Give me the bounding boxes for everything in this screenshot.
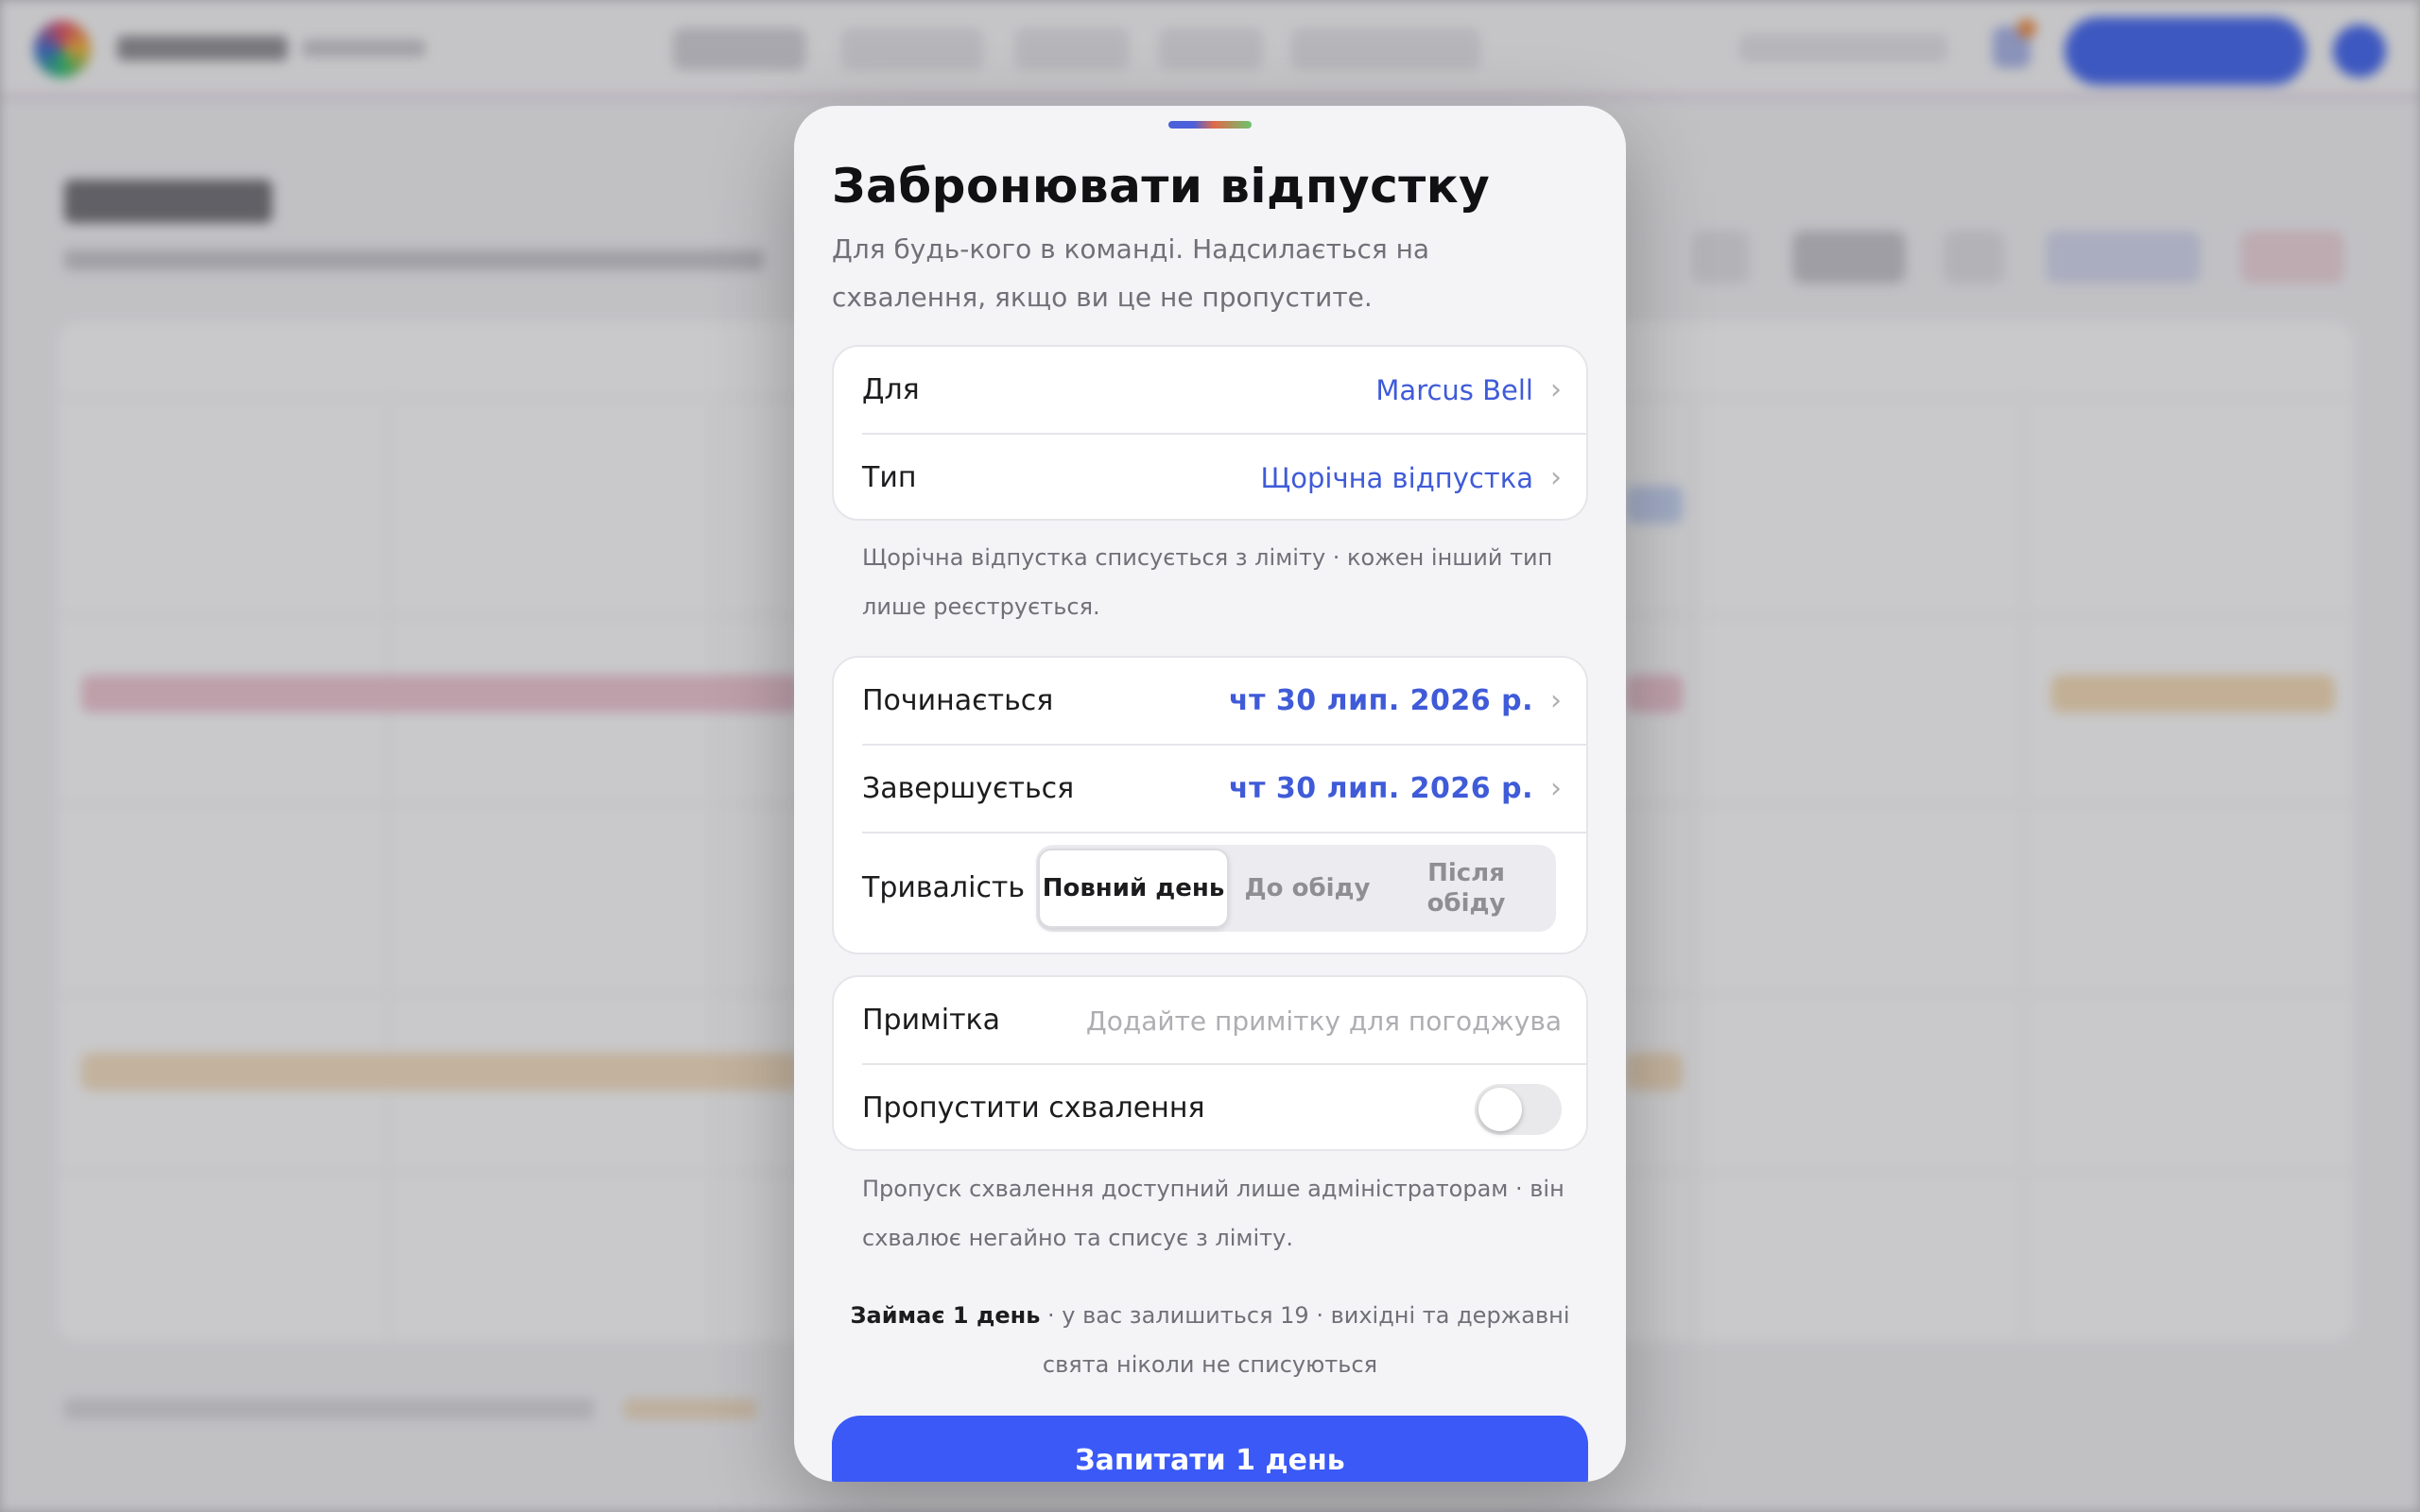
start-date-row[interactable]: Починається чт 30 лип. 2026 р. › (834, 658, 1586, 745)
chevron-right-icon: › (1550, 772, 1562, 805)
sheet-description: Для будь-кого в команді. Надсилається на… (832, 233, 1430, 313)
note-input[interactable] (1070, 1000, 1562, 1041)
type-row[interactable]: Тип Щорічна відпустка › (834, 435, 1586, 519)
request-submit-button[interactable]: Запитати 1 день (832, 1416, 1588, 1482)
dates-group: Починається чт 30 лип. 2026 р. › Завершу… (832, 656, 1588, 954)
note-label: Примітка (862, 1004, 1001, 1037)
sheet-grabber-handle[interactable] (1168, 121, 1252, 129)
who-type-group: Для Marcus Bell › Тип Щорічна відпустка … (832, 345, 1588, 521)
note-row: Примітка (834, 977, 1586, 1064)
type-value: Щорічна відпустка (1260, 462, 1533, 494)
summary-days: Займає 1 день (850, 1302, 1041, 1329)
duration-option-afternoon[interactable]: Після обіду (1386, 849, 1547, 928)
skip-approval-footnote: Пропуск схвалення доступний лише адмініс… (862, 1176, 1564, 1251)
type-label: Тип (862, 461, 917, 494)
start-label: Починається (862, 684, 1054, 717)
skip-approval-row: Пропустити схвалення (834, 1065, 1586, 1149)
for-label: Для (862, 373, 920, 406)
end-date-value: чт 30 лип. 2026 р. (1229, 772, 1533, 805)
duration-option-morning[interactable]: До обіду (1238, 849, 1376, 928)
row-divider (862, 832, 1586, 833)
type-footnote: Щорічна відпустка списується з ліміту · … (862, 544, 1553, 620)
start-date-value: чт 30 лип. 2026 р. (1229, 684, 1533, 717)
duration-label: Тривалість (862, 871, 1026, 904)
skip-approval-toggle[interactable] (1475, 1084, 1562, 1135)
chevron-right-icon: › (1550, 684, 1562, 717)
book-leave-sheet: Забронювати відпустку Для будь-кого в ко… (794, 106, 1626, 1482)
for-row[interactable]: Для Marcus Bell › (834, 347, 1586, 434)
note-approval-group: Примітка Пропустити схвалення (832, 975, 1588, 1151)
skip-approval-label: Пропустити схвалення (862, 1091, 1205, 1125)
chevron-right-icon: › (1550, 373, 1562, 406)
summary-detail: · у вас залишиться 19 · вихідні та держа… (1040, 1302, 1570, 1378)
sheet-title: Забронювати відпустку (832, 159, 1491, 214)
toggle-knob (1478, 1088, 1522, 1131)
for-value: Marcus Bell (1375, 374, 1533, 406)
duration-option-full-day[interactable]: Повний день (1038, 849, 1229, 928)
end-label: Завершується (862, 772, 1075, 805)
duration-segmented-control: Повний день До обіду Після обіду (1036, 845, 1556, 932)
chevron-right-icon: › (1550, 461, 1562, 494)
end-date-row[interactable]: Завершується чт 30 лип. 2026 р. › (834, 746, 1586, 833)
booking-summary: Займає 1 день · у вас залишиться 19 · ви… (832, 1291, 1588, 1389)
